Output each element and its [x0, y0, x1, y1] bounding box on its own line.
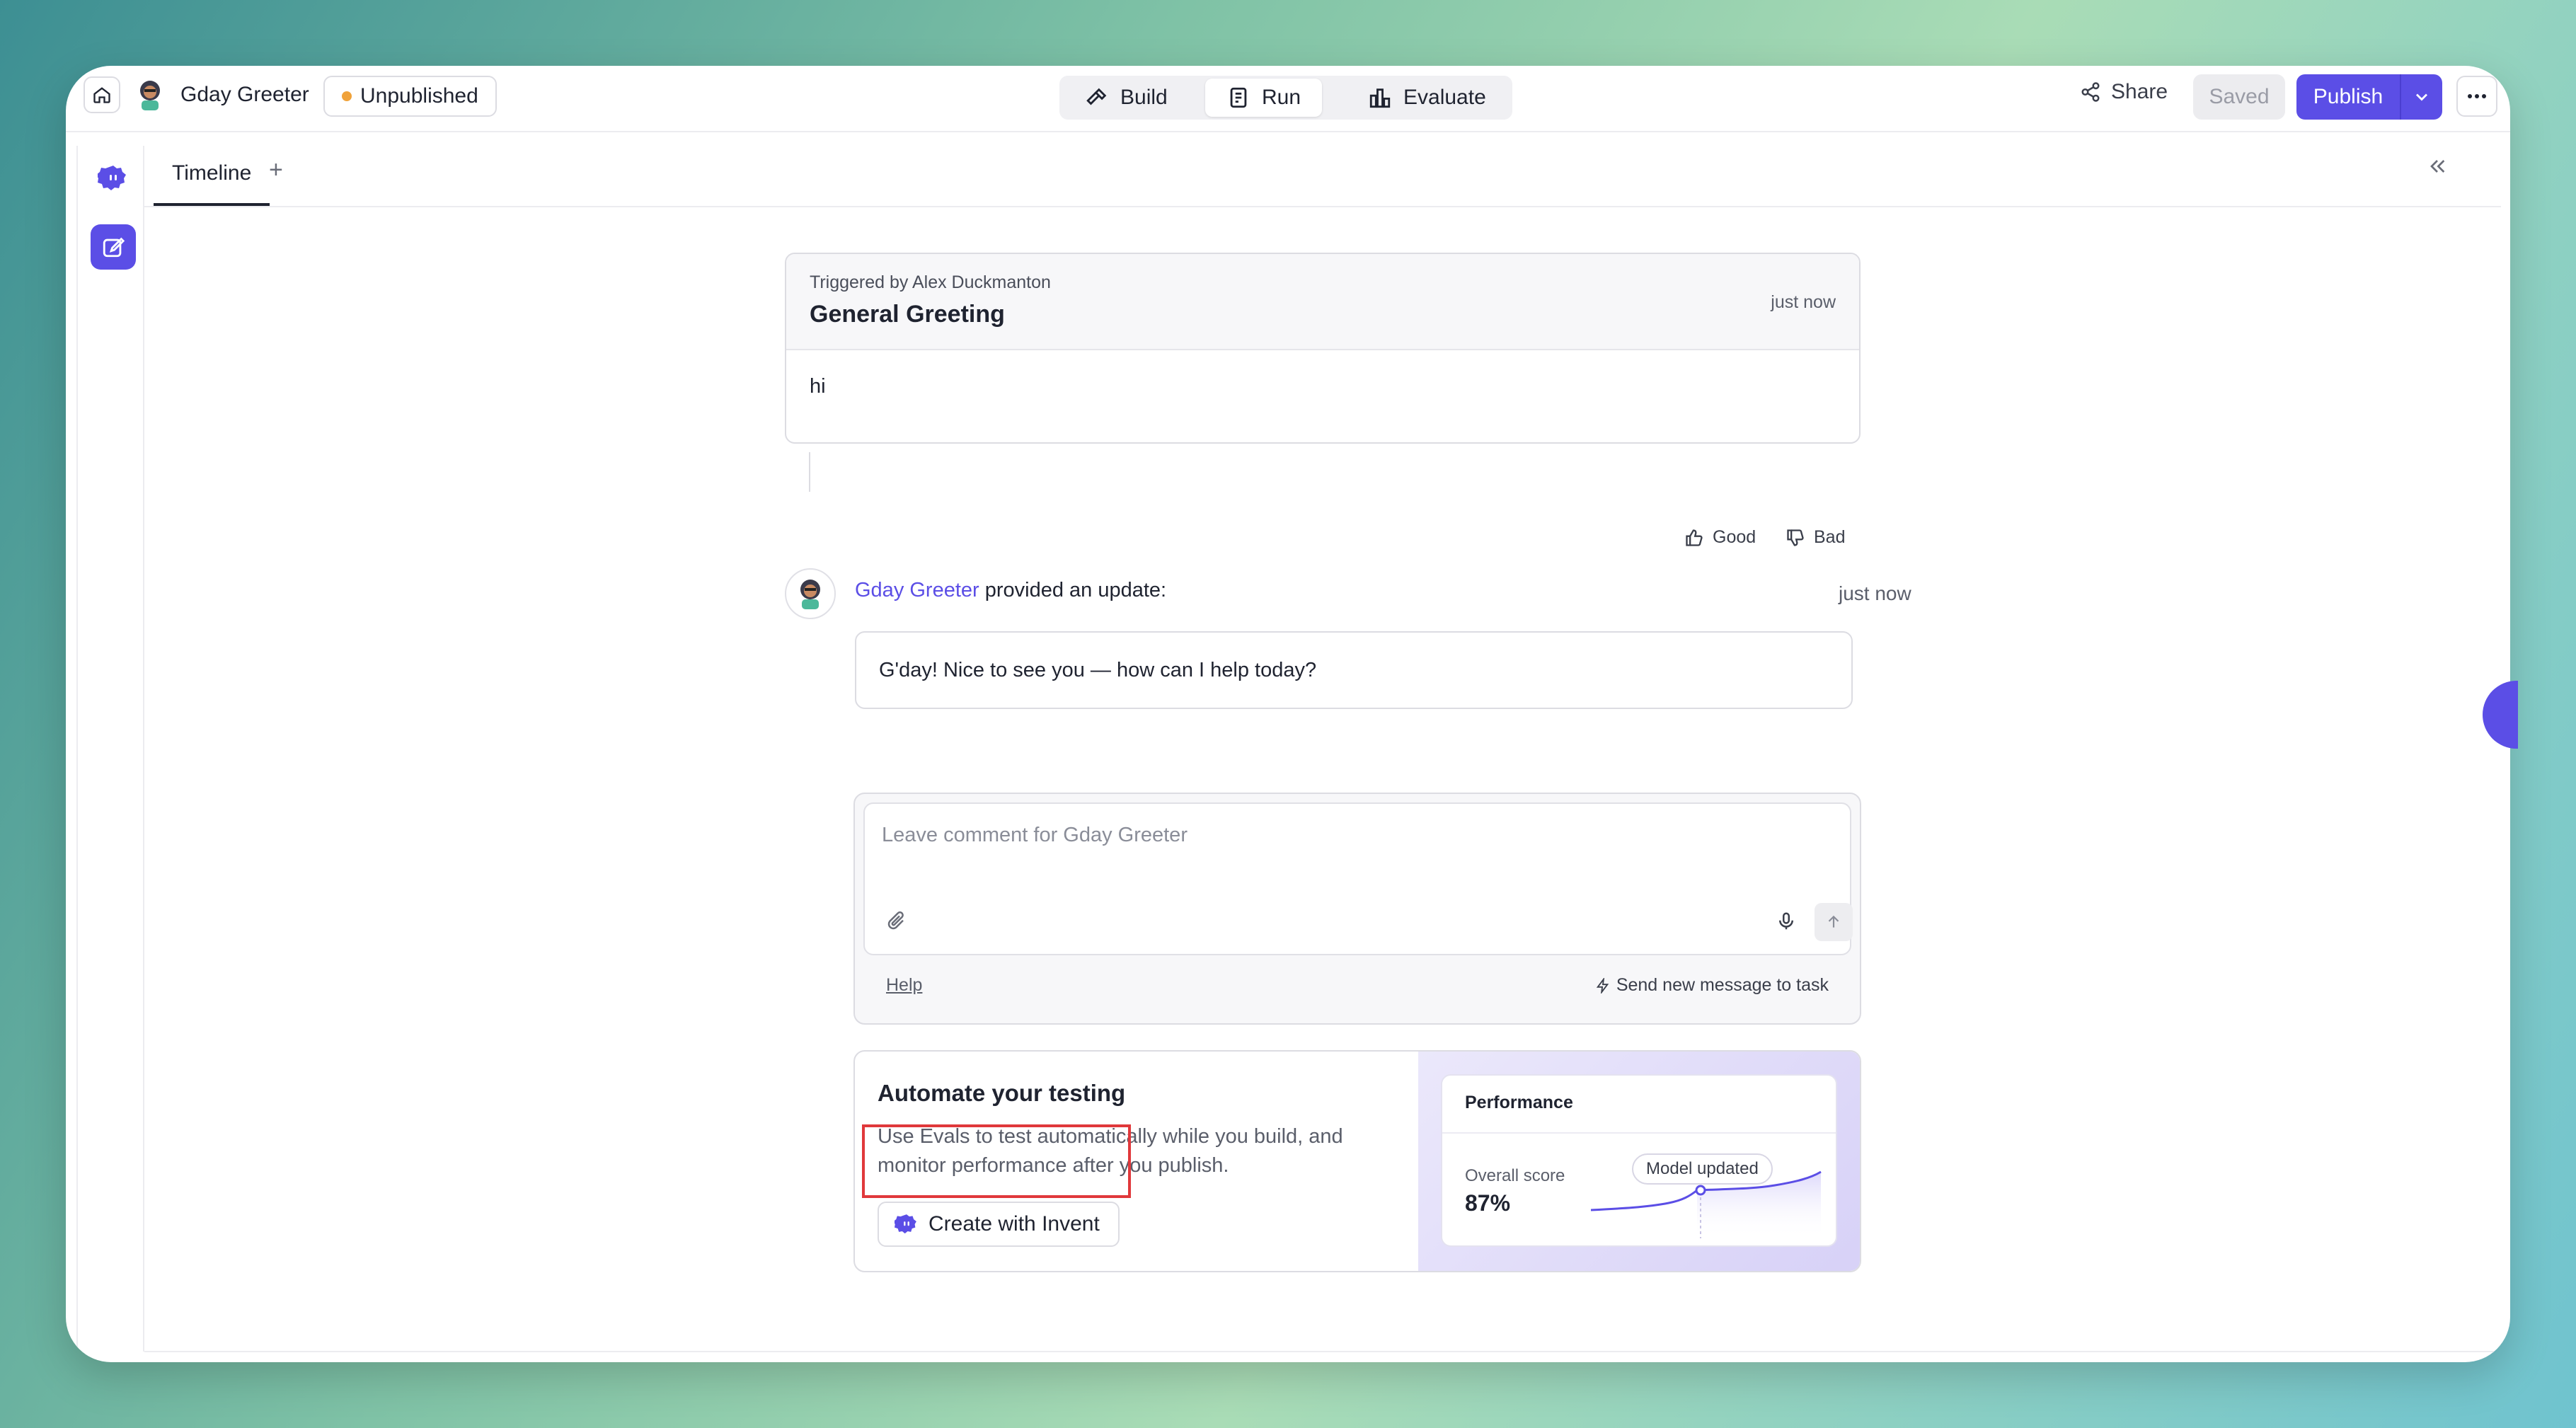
agent-avatar-icon — [132, 76, 168, 114]
performance-divider — [1442, 1132, 1836, 1134]
top-bar: Gday Greeter Unpublished Build Run Evalu… — [66, 66, 2510, 132]
good-label: Good — [1713, 527, 1756, 547]
trigger-subtitle: Triggered by Alex Duckmanton — [810, 272, 1051, 292]
overall-score-value: 87% — [1465, 1190, 1511, 1216]
invent-icon — [895, 1214, 916, 1234]
update-header: Gday Greeter provided an update: — [855, 579, 1166, 602]
sidebar-toggle-button[interactable] — [91, 1351, 136, 1362]
good-feedback-button[interactable]: Good — [1684, 527, 1756, 548]
run-icon — [1230, 87, 1247, 108]
comment-panel: Leave comment for Gday Greeter Help Send… — [853, 793, 1861, 1025]
thumbs-up-icon — [1686, 529, 1703, 546]
tab-bar: Timeline + — [144, 144, 2501, 207]
trigger-message: hi — [810, 375, 826, 398]
send-new-message-link[interactable]: Send new message to task — [1595, 975, 1829, 996]
share-button[interactable]: Share — [2080, 80, 2168, 104]
home-icon — [93, 87, 110, 103]
arrow-up-icon — [1828, 915, 1839, 928]
invent-button[interactable] — [91, 156, 136, 201]
tab-run[interactable]: Run — [1205, 79, 1323, 117]
chart-icon — [1369, 88, 1391, 108]
home-button[interactable] — [84, 76, 120, 113]
share-icon — [2081, 82, 2100, 102]
chevron-down-icon — [2416, 93, 2427, 101]
edit-icon — [103, 237, 125, 258]
agent-name: Gday Greeter — [180, 83, 309, 106]
timeline-connector — [809, 452, 810, 492]
highlight-box — [862, 1124, 1131, 1198]
attach-button[interactable] — [882, 907, 910, 935]
trigger-title: General Greeting — [810, 301, 1005, 328]
performance-card: Performance Overall score 87% Model upda… — [1441, 1074, 1837, 1247]
mic-icon — [1779, 912, 1793, 930]
paperclip-icon — [887, 911, 904, 930]
add-tab-button[interactable]: + — [269, 156, 283, 184]
collapse-icon — [2430, 160, 2445, 173]
send-comment-button[interactable] — [1815, 903, 1853, 941]
overall-score-label: Overall score — [1465, 1166, 1565, 1185]
thumbs-down-icon — [1787, 529, 1804, 546]
trigger-card: Triggered by Alex Duckmanton General Gre… — [785, 253, 1861, 444]
bad-label: Bad — [1814, 527, 1846, 547]
performance-preview: Performance Overall score 87% Model upda… — [1418, 1052, 1860, 1271]
agent-link[interactable]: Gday Greeter — [855, 579, 979, 601]
comment-placeholder: Leave comment for Gday Greeter — [882, 824, 1188, 846]
update-timestamp: just now — [1839, 582, 1911, 604]
status-label: Unpublished — [360, 84, 478, 108]
left-rail — [76, 146, 144, 1352]
performance-title: Performance — [1465, 1093, 1573, 1112]
tab-run-label: Run — [1262, 86, 1301, 109]
more-button[interactable] — [2456, 76, 2497, 117]
lightning-icon — [1596, 977, 1609, 994]
collapse-panel-button[interactable] — [2423, 152, 2451, 180]
tab-evaluate-label: Evaluate — [1403, 86, 1486, 109]
create-with-invent-button[interactable]: Create with Invent — [878, 1202, 1120, 1247]
publish-status-badge[interactable]: Unpublished — [323, 76, 497, 117]
model-updated-pill: Model updated — [1632, 1153, 1773, 1185]
comment-input[interactable]: Leave comment for Gday Greeter — [863, 802, 1853, 955]
create-with-invent-label: Create with Invent — [928, 1212, 1100, 1236]
agent-reply: G'day! Nice to see you — how can I help … — [855, 631, 1853, 709]
share-label: Share — [2111, 80, 2168, 103]
tab-build-label: Build — [1120, 86, 1168, 109]
invent-icon — [98, 166, 126, 190]
send-new-label: Send new message to task — [1616, 975, 1829, 995]
update-text: provided an update: — [979, 579, 1167, 601]
tab-build[interactable]: Build — [1064, 79, 1189, 117]
tab-timeline[interactable]: Timeline — [154, 144, 270, 206]
app-window: Gday Greeter Unpublished Build Run Evalu… — [66, 66, 2510, 1362]
edit-button[interactable] — [91, 224, 136, 270]
bottom-divider — [144, 1351, 2501, 1352]
hammer-icon — [1086, 88, 1107, 105]
publish-options-button[interactable] — [2401, 74, 2442, 120]
tab-evaluate[interactable]: Evaluate — [1347, 79, 1507, 117]
more-icon — [2468, 94, 2486, 98]
trigger-card-header: Triggered by Alex Duckmanton General Gre… — [786, 254, 1859, 350]
saved-indicator: Saved — [2193, 74, 2285, 120]
help-link[interactable]: Help — [886, 975, 922, 996]
mic-button[interactable] — [1772, 907, 1800, 935]
publish-button[interactable]: Publish — [2296, 74, 2400, 120]
bad-feedback-button[interactable]: Bad — [1786, 527, 1845, 548]
mode-switcher: Build Run Evaluate — [1059, 76, 1512, 120]
trigger-timestamp: just now — [1771, 292, 1836, 312]
agent-avatar — [785, 568, 836, 619]
promo-title: Automate your testing — [878, 1080, 1126, 1106]
status-dot — [342, 91, 352, 101]
agent-avatar-icon — [800, 580, 820, 609]
publish-button-group: Publish — [2296, 74, 2442, 120]
